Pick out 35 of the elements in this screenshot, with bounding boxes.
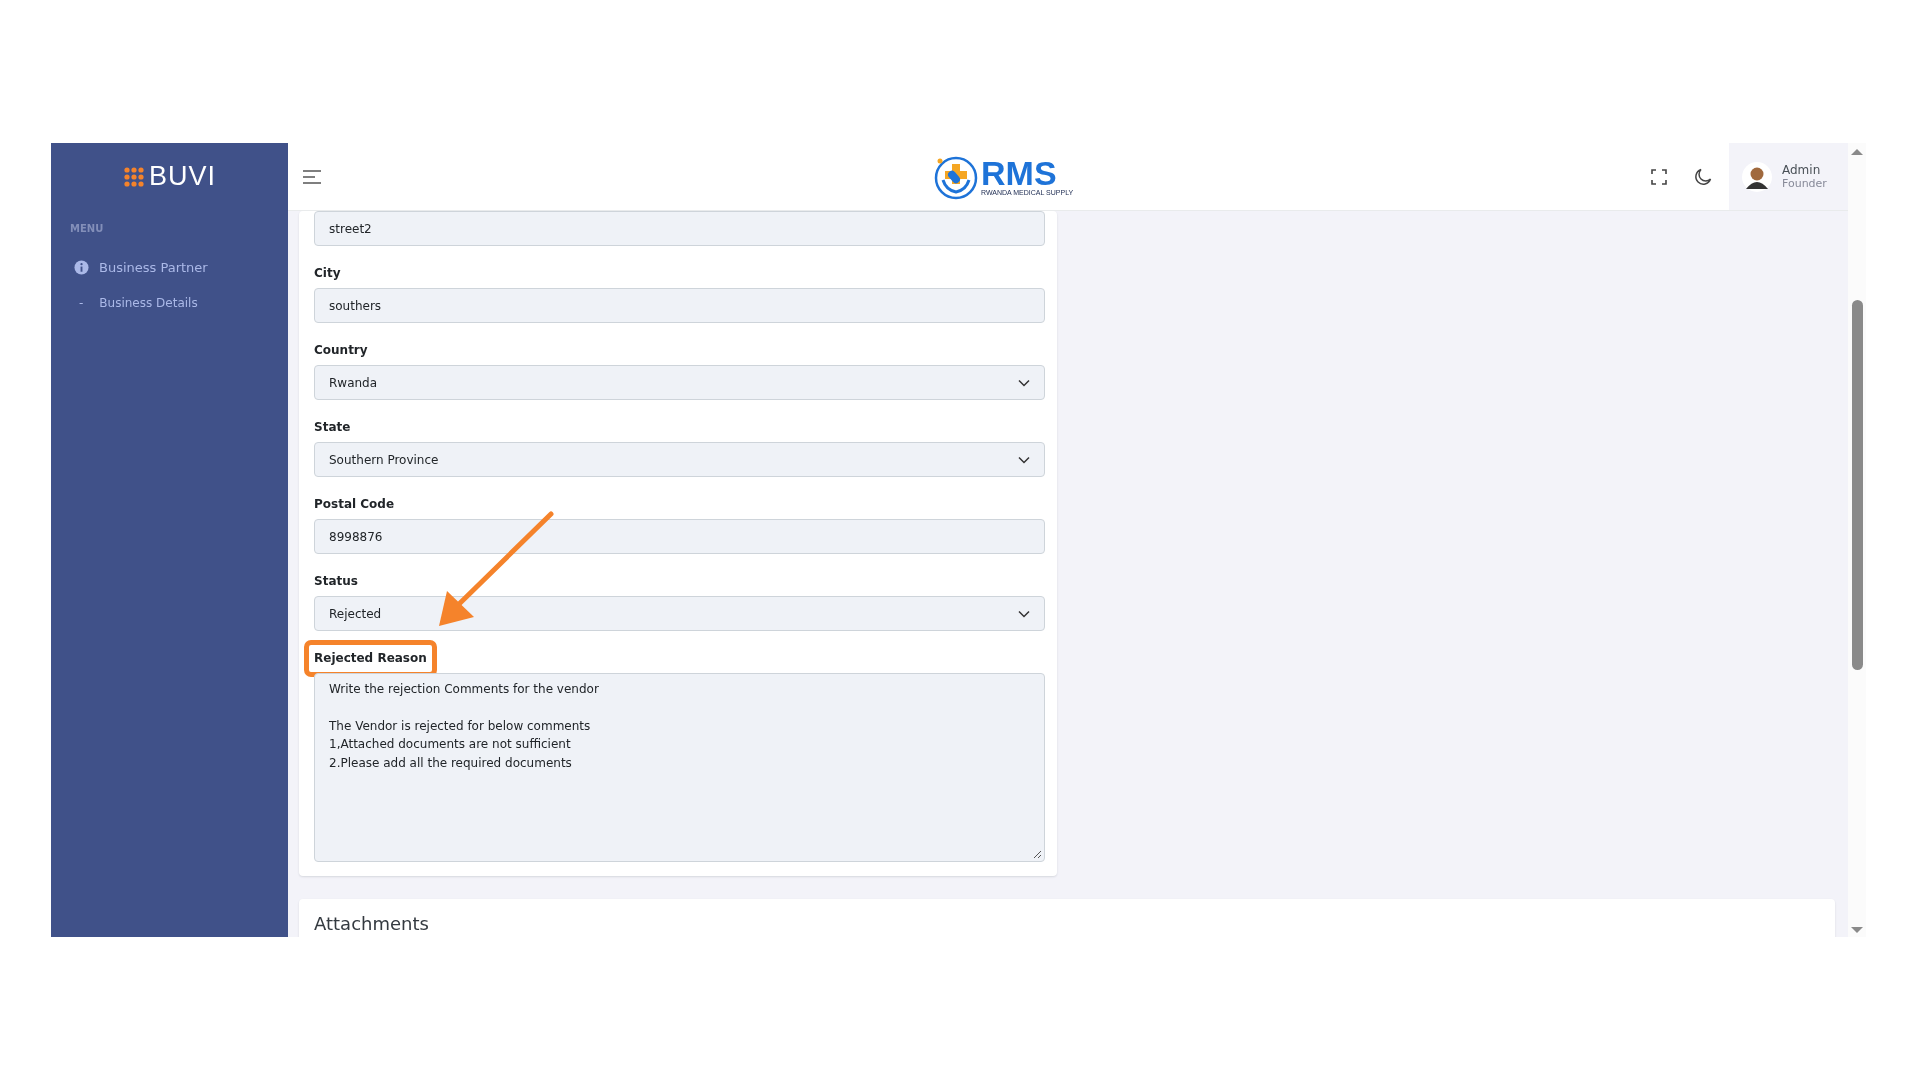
text-field[interactable]: 8998876 [314,519,1045,554]
scroll-up-icon[interactable] [1851,148,1863,156]
menu-icon[interactable] [302,169,322,184]
user-name: Admin [1782,163,1822,177]
text-field[interactable]: southers [314,288,1045,323]
select-field[interactable]: Rejected [314,596,1045,631]
select-field[interactable]: Rwanda [314,365,1045,400]
sidebar-item[interactable]: Business Partner [51,252,288,283]
field-label: Status [314,574,358,588]
fullscreen-icon [1651,168,1667,185]
field-label: Country [314,343,368,357]
chevron-down-icon [1018,609,1030,618]
field-label: Postal Code [314,497,395,511]
menu-heading: MENU [69,222,105,236]
field-label: City [314,266,341,280]
section-title: Attachments [314,913,430,934]
chevron-down-icon [1018,455,1030,464]
logo-icon [123,165,145,188]
user-menu[interactable]: Admin Founder [1729,143,1848,210]
text-field[interactable]: street2 [314,211,1045,246]
logo-text: RMS [981,156,1057,189]
scroll-down-icon[interactable] [1851,926,1863,934]
select-field[interactable]: Southern Province [314,442,1045,477]
info-icon [74,260,89,275]
scrollbar[interactable] [1848,143,1866,937]
sidebar-subitem[interactable]: - Business Details [51,283,288,323]
moon-icon [1694,167,1712,186]
logo-text: BUVI [149,161,216,192]
field-label: State [314,420,351,434]
chevron-down-icon [1018,378,1030,387]
resize-grip-icon[interactable] [1033,850,1042,859]
text-area[interactable]: Write the rejection Comments for the vendor The Vendor is rejected for below comments 1,Attached documents are not sufficient 2.Please add all the required documents [314,673,1045,862]
field-label: Rejected Reason [314,651,427,665]
user-role: Founder [1782,177,1827,190]
avatar-icon [1742,161,1772,192]
